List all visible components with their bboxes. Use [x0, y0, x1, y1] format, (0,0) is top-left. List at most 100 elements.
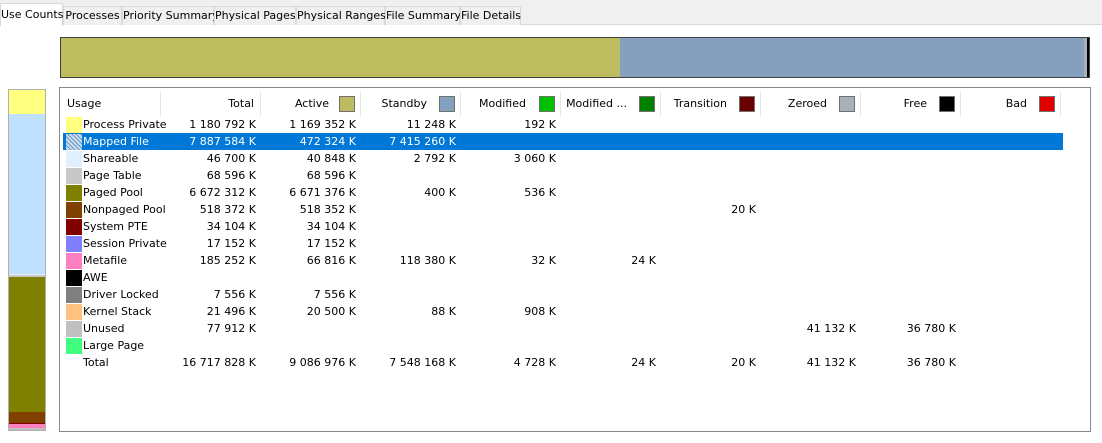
tab-strip: Use Counts Processes Priority Summary Ph… — [0, 0, 1102, 26]
table-row[interactable]: Session Private 17 152 K 17 152 K — [63, 235, 1063, 252]
table-row[interactable]: System PTE 34 104 K 34 104 K — [63, 218, 1063, 235]
tab-use-counts[interactable]: Use Counts — [0, 3, 63, 26]
column-header-transition[interactable]: Transition — [661, 92, 761, 116]
active-cell — [261, 337, 356, 354]
zeroed-cell — [761, 303, 856, 320]
modified-cell — [461, 269, 556, 286]
modified-noWrite-cell — [561, 184, 656, 201]
modified-noWrite-cell — [561, 269, 656, 286]
modified-noWrite-cell — [561, 116, 656, 133]
transition-cell: 20 K — [731, 356, 756, 369]
total-cell: 1 180 792 K — [189, 118, 256, 131]
transition-cell — [661, 303, 756, 320]
column-header-modified[interactable]: Modified — [461, 92, 561, 116]
modified-cell — [461, 320, 556, 337]
tab-priority-summary[interactable]: Priority Summary — [122, 6, 219, 25]
free-cell — [861, 337, 956, 354]
table-row[interactable]: Mapped File 7 887 584 K 472 324 K 7 415 260… — [63, 133, 1063, 150]
active-cell — [261, 320, 356, 337]
table-row[interactable]: Metafile 185 252 K 66 816 K 118 380 K 32 K 24… — [63, 252, 1063, 269]
standby-segment — [619, 38, 1084, 77]
usage-label: AWE — [83, 271, 108, 284]
total-cell: 77 912 K — [206, 322, 256, 335]
usage-color-swatch — [66, 134, 82, 150]
mapped-file-segment — [9, 114, 45, 275]
standby-cell: 88 K — [431, 305, 456, 318]
bad-cell — [961, 354, 1056, 371]
standby-cell — [361, 269, 456, 286]
standby-cell: 7 548 168 K — [389, 356, 456, 369]
modified-noWrite-cell — [561, 218, 656, 235]
modified-cell — [461, 133, 556, 150]
tab-file-details[interactable]: File Details — [460, 6, 521, 25]
usage-label: Process Private — [83, 118, 167, 131]
column-header-active[interactable]: Active — [261, 92, 361, 116]
table-row[interactable]: Paged Pool 6 672 312 K 6 671 376 K 400 K 536… — [63, 184, 1063, 201]
free-cell — [861, 303, 956, 320]
modified-noWrite-cell — [561, 150, 656, 167]
bad-cell — [961, 286, 1056, 303]
column-header-label: Transition — [673, 97, 727, 110]
bad-color-swatch — [1039, 96, 1055, 112]
tab-physical-pages[interactable]: Physical Pages — [214, 6, 296, 25]
table-row[interactable]: Shareable 46 700 K 40 848 K 2 792 K 3 060 K — [63, 150, 1063, 167]
table-row[interactable]: Total 16 717 828 K 9 086 976 K 7 548 168 K 4… — [63, 354, 1063, 371]
column-header-total[interactable]: Total — [161, 92, 261, 116]
table-row[interactable]: Page Table 68 596 K 68 596 K — [63, 167, 1063, 184]
column-header-standby[interactable]: Standby — [361, 92, 461, 116]
bad-cell — [961, 167, 1056, 184]
bad-cell — [961, 184, 1056, 201]
column-header-bad[interactable]: Bad — [961, 92, 1061, 116]
bad-cell — [961, 303, 1056, 320]
table-row[interactable]: Process Private 1 180 792 K 1 169 352 K 11 … — [63, 116, 1063, 133]
modified-noWrite-cell — [561, 320, 656, 337]
modified-no-write-color-swatch — [639, 96, 655, 112]
zeroed-cell — [761, 269, 856, 286]
table-row[interactable]: Nonpaged Pool 518 372 K 518 352 K 20 K — [63, 201, 1063, 218]
table-row[interactable]: Unused 77 912 K 41 132 K 36 780 K — [63, 320, 1063, 337]
standby-cell: 7 415 260 K — [389, 135, 456, 148]
total-cell: 46 700 K — [206, 152, 256, 165]
free-cell — [861, 235, 956, 252]
free-cell — [861, 286, 956, 303]
active-cell — [261, 269, 356, 286]
tab-processes[interactable]: Processes — [63, 6, 122, 25]
standby-cell — [361, 201, 456, 218]
modified-cell — [461, 337, 556, 354]
standby-cell — [361, 167, 456, 184]
standby-cell: 118 380 K — [399, 254, 456, 267]
modified-cell: 908 K — [524, 305, 556, 318]
tab-physical-ranges[interactable]: Physical Ranges — [296, 6, 386, 25]
nonpaged-pool-segment — [9, 412, 45, 423]
column-header-free[interactable]: Free — [861, 92, 961, 116]
table-row[interactable]: Driver Locked 7 556 K 7 556 K — [63, 286, 1063, 303]
modified-noWrite-cell — [561, 303, 656, 320]
table-row[interactable]: AWE — [63, 269, 1063, 286]
standby-cell — [361, 337, 456, 354]
bad-cell — [961, 252, 1056, 269]
column-header-label: Total — [228, 97, 254, 110]
usage-label: System PTE — [83, 220, 148, 233]
usage-color-swatch — [66, 304, 82, 320]
zeroed-cell — [761, 167, 856, 184]
total-cell — [161, 269, 256, 286]
column-header-zeroed[interactable]: Zeroed — [761, 92, 861, 116]
transition-cell — [661, 116, 756, 133]
free-segment — [1086, 38, 1089, 77]
column-header-usage[interactable]: Usage — [60, 92, 161, 116]
active-segment — [61, 38, 620, 77]
column-header-modified-no-write[interactable]: Modified ... — [561, 92, 661, 116]
standby-cell: 400 K — [424, 186, 456, 199]
usage-color-swatch — [66, 117, 82, 133]
table-row[interactable]: Large Page — [63, 337, 1063, 354]
usage-color-swatch — [66, 185, 82, 201]
transition-cell — [661, 235, 756, 252]
modified-noWrite-cell — [561, 337, 656, 354]
active-cell: 472 324 K — [299, 135, 356, 148]
usage-label: Mapped File — [83, 135, 149, 148]
table-row[interactable]: Kernel Stack 21 496 K 20 500 K 88 K 908 K — [63, 303, 1063, 320]
free-cell — [861, 167, 956, 184]
transition-color-swatch — [739, 96, 755, 112]
total-cell: 518 372 K — [199, 203, 256, 216]
tab-file-summary[interactable]: File Summary — [385, 6, 461, 25]
